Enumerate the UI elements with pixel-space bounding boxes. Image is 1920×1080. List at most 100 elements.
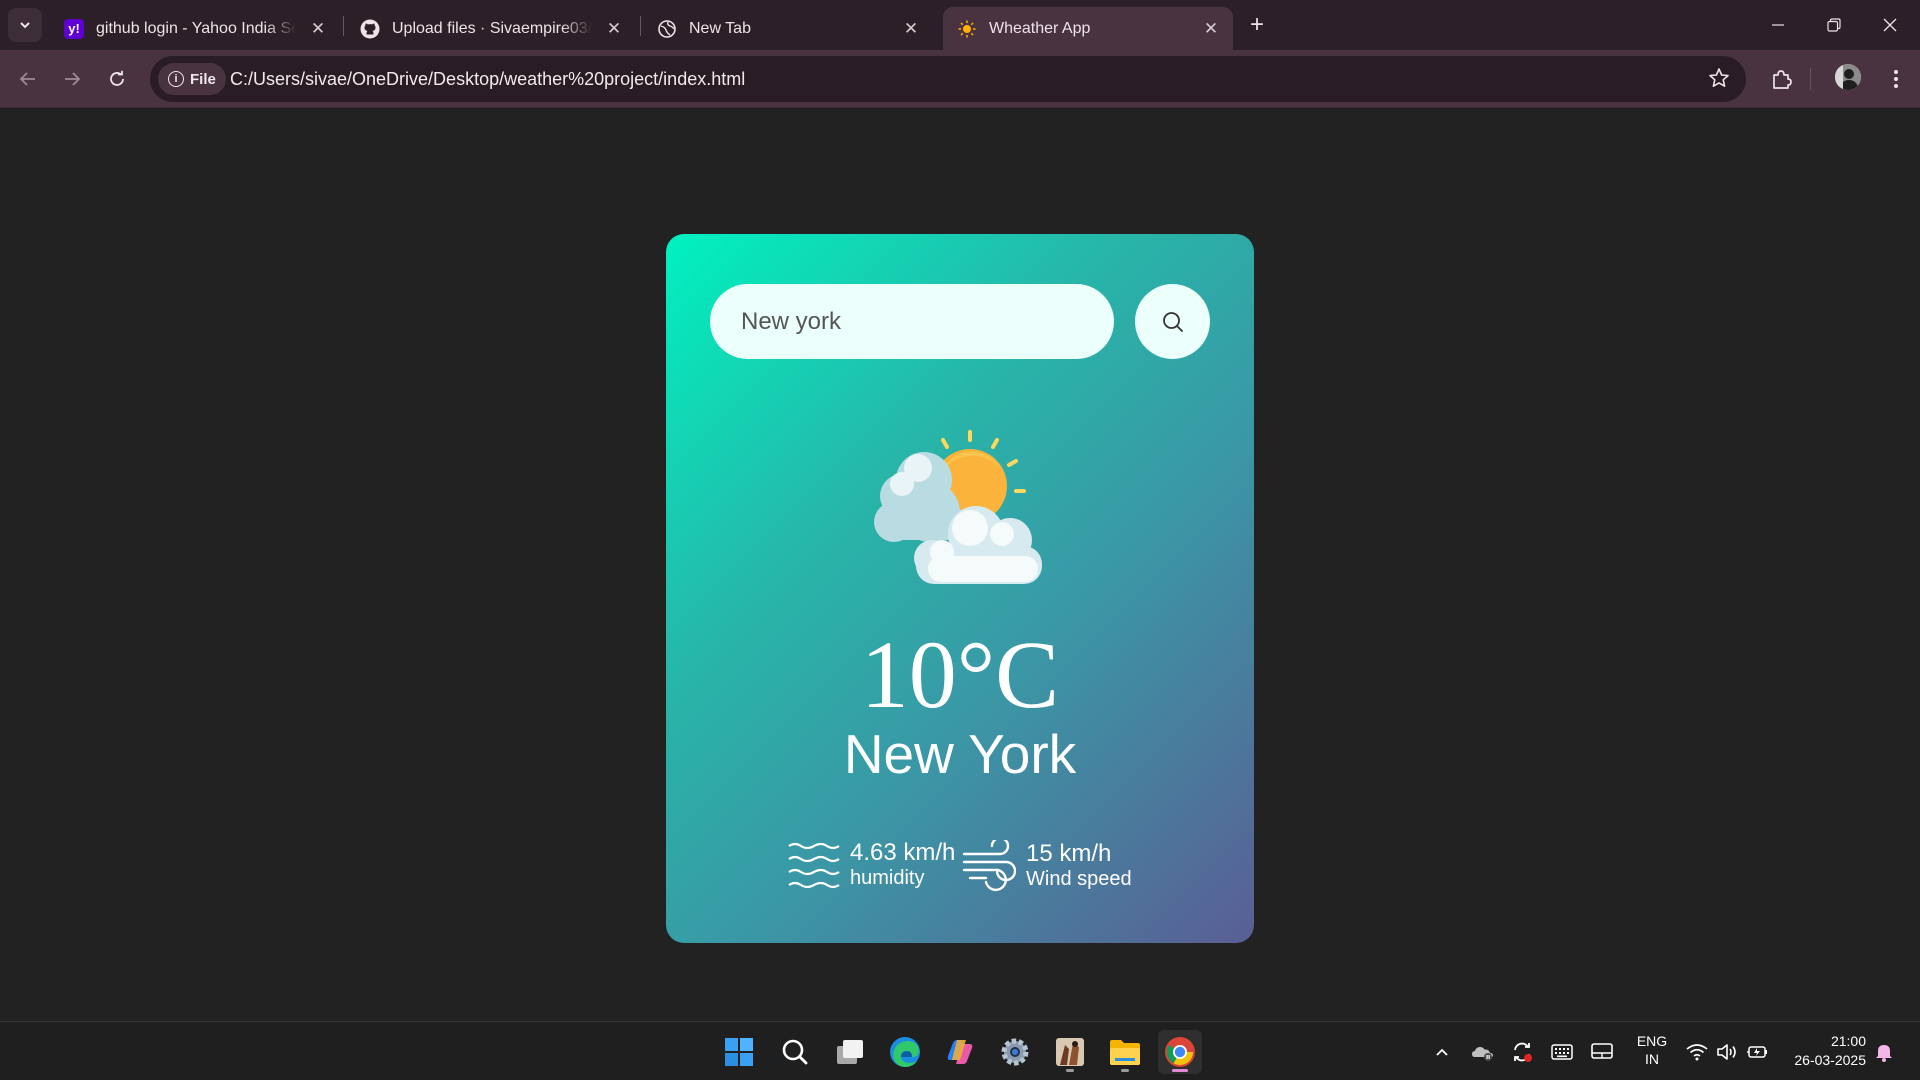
waves-icon (788, 842, 840, 888)
chevron-down-icon (20, 22, 30, 29)
bell-icon (1876, 1045, 1892, 1062)
close-window-button[interactable] (1862, 0, 1918, 50)
region-code: IN (1645, 1051, 1659, 1067)
close-icon[interactable]: ✕ (899, 17, 923, 41)
edge-icon (890, 1037, 920, 1067)
extensions-button[interactable] (1766, 63, 1798, 95)
wifi-tray[interactable] (1685, 1040, 1709, 1064)
humidity-detail: 4.63 km/h humidity (788, 840, 955, 890)
start-button[interactable] (717, 1030, 761, 1074)
tab-divider (343, 16, 344, 36)
reload-button[interactable] (101, 63, 133, 95)
close-icon[interactable]: ✕ (306, 17, 330, 41)
forward-button[interactable] (56, 63, 88, 95)
keyboard-icon (1551, 1044, 1573, 1060)
clock-date: 26-03-2025 (1794, 1052, 1866, 1068)
tab-title: New Tab (689, 19, 751, 37)
language-code: ENG (1636, 1033, 1668, 1049)
arrow-right-icon (65, 72, 81, 86)
star-icon (1709, 68, 1729, 87)
task-view-button[interactable] (828, 1030, 872, 1074)
search-button[interactable] (1135, 284, 1210, 359)
chrome-app[interactable] (1158, 1030, 1202, 1074)
volume-tray[interactable] (1715, 1040, 1739, 1064)
copilot-icon (947, 1040, 973, 1064)
language-indicator[interactable]: ENG IN (1632, 1032, 1672, 1068)
profile-avatar[interactable] (1835, 64, 1861, 90)
tab-title: github login - Yahoo India Search (96, 19, 296, 37)
browser-tab-strip: y! github login - Yahoo India Search ✕ U… (0, 0, 1920, 50)
browser-toolbar: i File C:/Users/sivae/OneDrive/Desktop/w… (0, 50, 1920, 108)
page-content: 10°C New York 4.63 km/h humidity (0, 109, 1920, 1021)
show-hidden-icons-button[interactable] (1430, 1040, 1454, 1064)
tab-weather-app[interactable]: Wheather App ✕ (943, 7, 1233, 50)
tab-search-button[interactable] (8, 8, 42, 42)
restore-button[interactable] (1806, 0, 1862, 50)
tab-divider (640, 16, 641, 36)
copilot-app[interactable] (938, 1030, 982, 1074)
file-explorer-app[interactable] (1103, 1030, 1147, 1074)
notifications-button[interactable] (1872, 1040, 1896, 1064)
bookmark-button[interactable] (1708, 67, 1730, 94)
city-search-input[interactable] (710, 284, 1114, 359)
clock-time: 21:00 (1830, 1033, 1866, 1049)
restore-icon (1827, 18, 1841, 32)
keyboard-tray[interactable] (1550, 1040, 1574, 1064)
tab-title: Wheather App (989, 19, 1091, 37)
site-info-chip[interactable]: i File (158, 63, 226, 95)
battery-tray[interactable] (1745, 1040, 1769, 1064)
partly-cloudy-icon (874, 430, 1042, 584)
humidity-label: humidity (850, 867, 925, 889)
edge-app[interactable] (883, 1030, 927, 1074)
sun-icon (957, 19, 977, 39)
github-icon (360, 19, 380, 39)
sync-icon (1514, 1042, 1532, 1062)
windows-start-icon (725, 1038, 753, 1066)
back-button[interactable] (12, 63, 44, 95)
url-text[interactable]: C:/Users/sivae/OneDrive/Desktop/weather%… (230, 69, 745, 90)
close-icon[interactable]: ✕ (1199, 17, 1223, 41)
running-indicator (1121, 1069, 1129, 1072)
tab-yahoo-search[interactable]: y! github login - Yahoo India Search ✕ (50, 7, 340, 50)
close-icon (1883, 18, 1897, 32)
tab-github-upload[interactable]: Upload files · Sivaempire03/sivaempire ✕ (346, 7, 636, 50)
tab-title: Upload files · Sivaempire03/sivaempire (392, 19, 592, 37)
settings-app[interactable] (993, 1030, 1037, 1074)
display-icon (1591, 1043, 1613, 1059)
minimize-icon (1772, 24, 1784, 26)
file-explorer-icon (1110, 1040, 1140, 1065)
arrow-left-icon (19, 72, 35, 86)
search-icon (1162, 311, 1183, 332)
wind-detail: 15 km/h Wind speed (962, 840, 1132, 892)
wind-icon (962, 840, 1016, 892)
globe-icon (657, 19, 677, 39)
weather-card: 10°C New York 4.63 km/h humidity (666, 234, 1254, 943)
system-clock[interactable]: 21:00 26-03-2025 (1782, 1032, 1866, 1070)
search-icon (782, 1039, 808, 1065)
task-view-icon (837, 1040, 863, 1064)
site-info-label: File (190, 70, 216, 88)
volume-icon (1717, 1044, 1736, 1060)
reload-icon (110, 70, 124, 86)
address-bar[interactable]: i File C:/Users/sivae/OneDrive/Desktop/w… (150, 56, 1746, 102)
display-tray[interactable] (1590, 1040, 1614, 1064)
wind-speed-value: 15 km/h (1026, 840, 1112, 867)
windows-taskbar: ENG IN 21:00 26-03-2025 (0, 1021, 1920, 1080)
photo-app-icon (1056, 1038, 1084, 1066)
onedrive-tray[interactable] (1471, 1040, 1495, 1064)
chrome-menu-button[interactable] (1880, 63, 1912, 95)
wifi-icon (1686, 1044, 1708, 1061)
minimize-button[interactable] (1750, 0, 1806, 50)
onedrive-icon (1472, 1047, 1493, 1061)
chevron-up-icon (1436, 1048, 1448, 1056)
sync-tray[interactable] (1510, 1040, 1534, 1064)
city-name: New York (843, 723, 1077, 785)
puzzle-icon (1773, 70, 1792, 89)
chrome-icon (1165, 1037, 1195, 1067)
tab-new-tab[interactable]: New Tab ✕ (643, 7, 933, 50)
humidity-value: 4.63 km/h (850, 839, 956, 866)
new-tab-button[interactable]: + (1243, 11, 1271, 39)
photo-app[interactable] (1048, 1030, 1092, 1074)
taskbar-search-button[interactable] (773, 1030, 817, 1074)
close-icon[interactable]: ✕ (602, 17, 626, 41)
